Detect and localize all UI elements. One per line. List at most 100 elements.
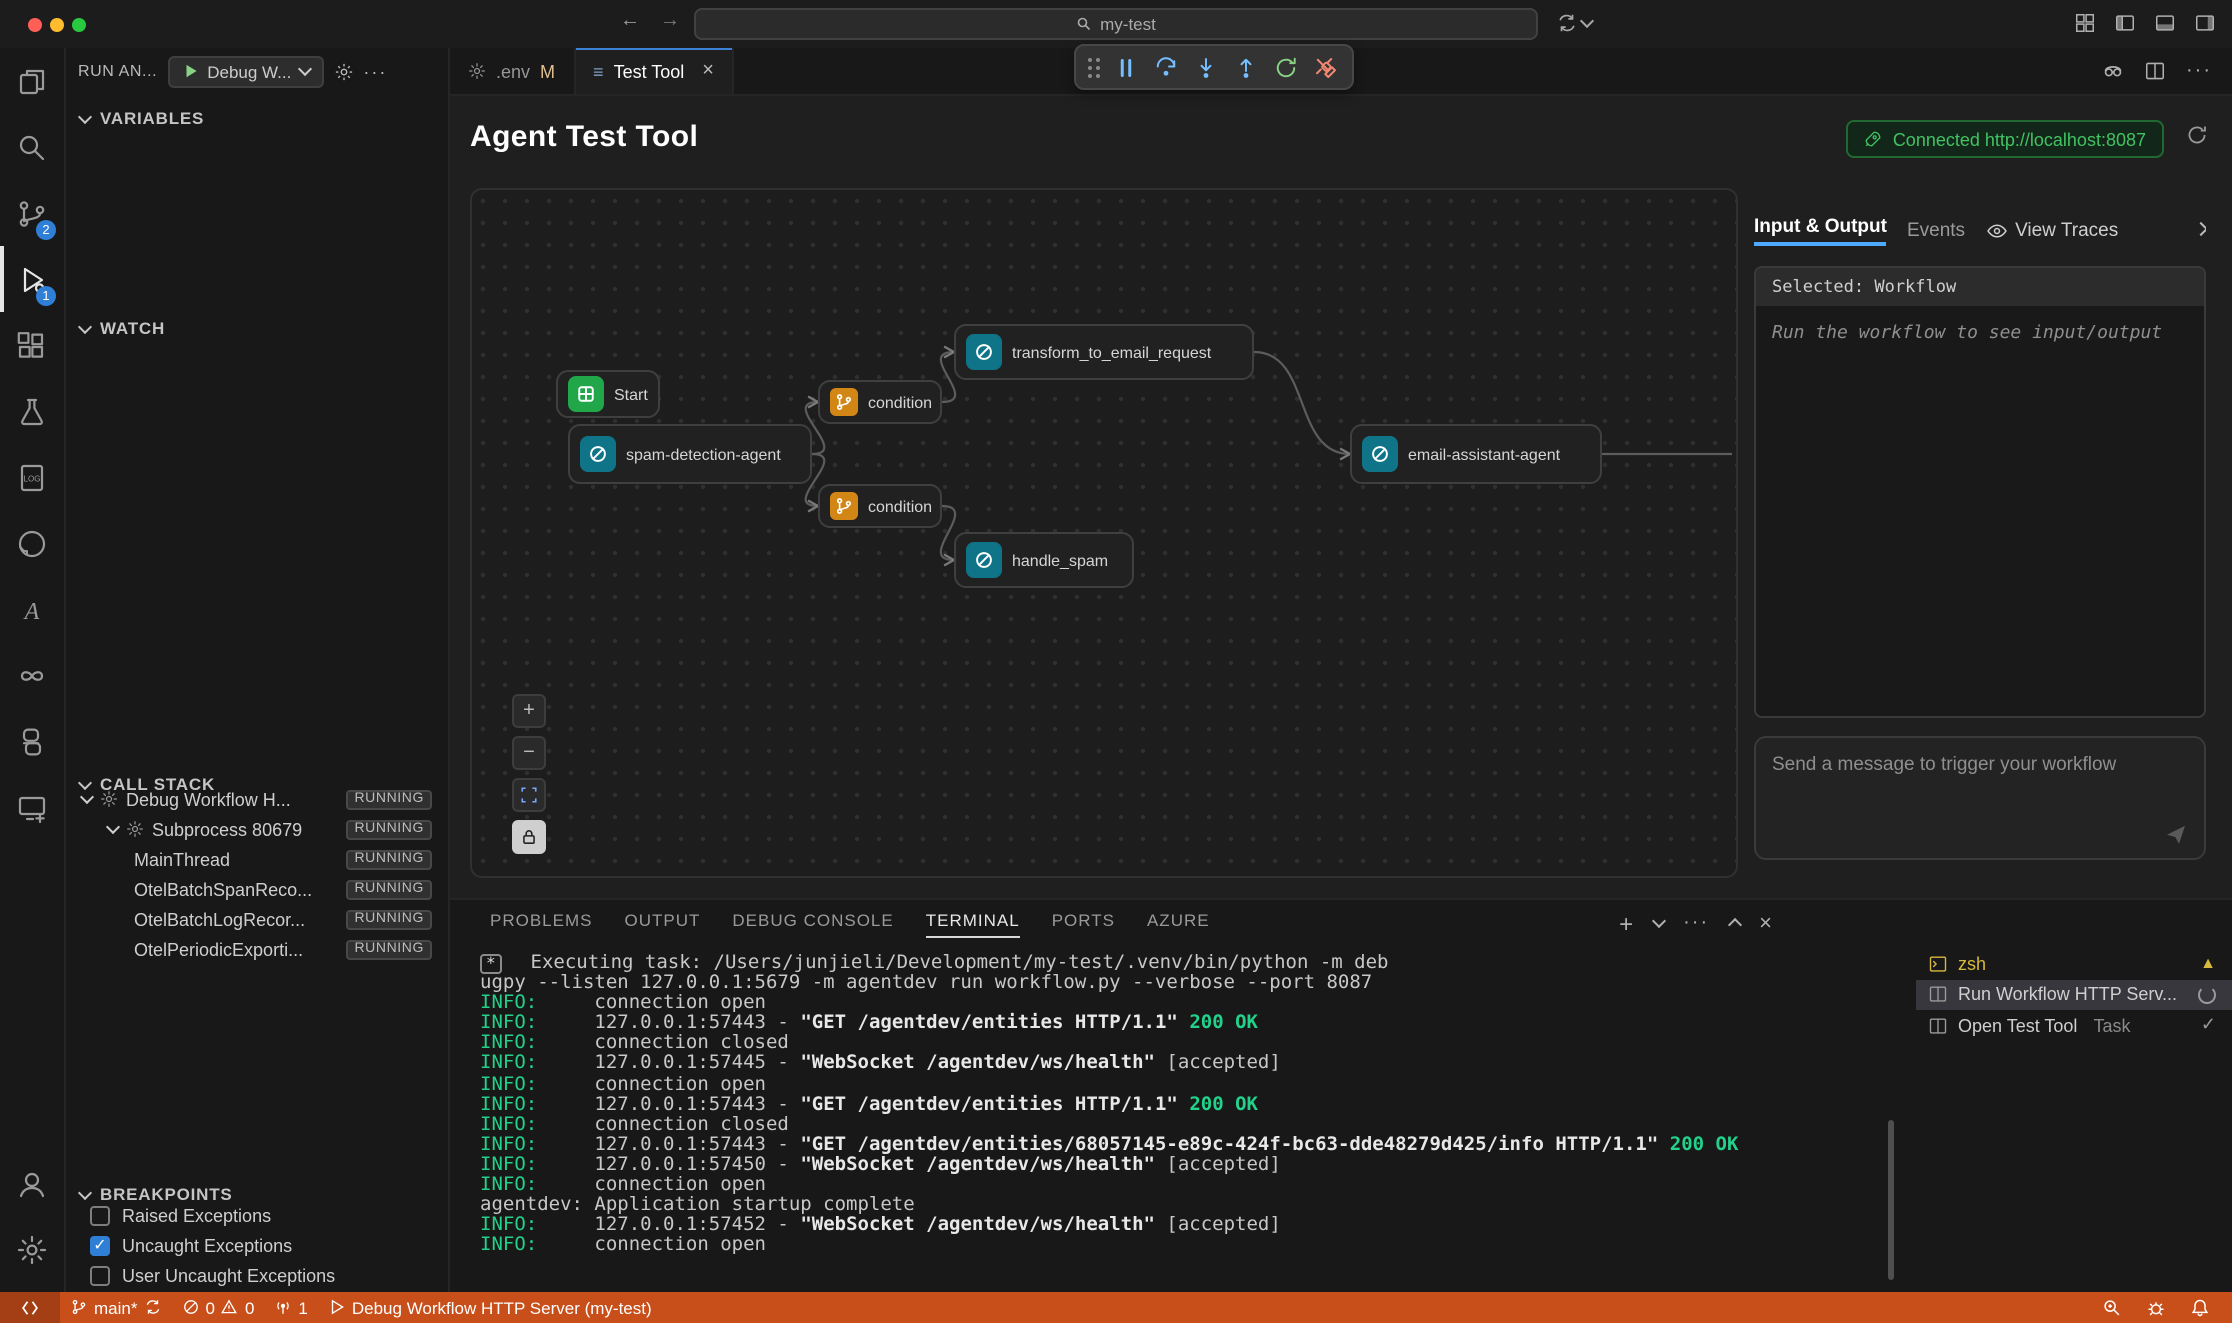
activity-item-extensions[interactable]: [0, 312, 64, 378]
panel-tab-terminal[interactable]: TERMINAL: [926, 909, 1020, 937]
call-stack-row[interactable]: OtelBatchLogRecor...RUNNING: [66, 904, 448, 934]
breakpoint-checkbox[interactable]: [90, 1265, 110, 1285]
zoom-in-button[interactable]: +: [512, 694, 546, 728]
sidebar-more-actions-icon[interactable]: ···: [363, 61, 387, 81]
tab-test-tool[interactable]: ≡Test Tool×: [575, 48, 734, 94]
workflow-node-cond1[interactable]: condition: [818, 380, 942, 424]
call-stack-row[interactable]: OtelBatchSpanReco...RUNNING: [66, 874, 448, 904]
workflow-node-spam[interactable]: spam-detection-agent: [568, 424, 812, 484]
screencast-zoom-icon[interactable]: [2092, 1297, 2132, 1317]
editor-more-actions-icon[interactable]: ···: [2186, 60, 2212, 82]
terminal-profile-chevron-icon[interactable]: [1651, 914, 1665, 928]
activity-item-search[interactable]: [0, 114, 64, 180]
panel-more-actions-icon[interactable]: ···: [1683, 912, 1709, 934]
inspector-tab-events[interactable]: Events: [1907, 219, 1965, 241]
fit-view-button[interactable]: [512, 778, 546, 812]
copilot-icon[interactable]: [2102, 60, 2124, 82]
toggle-primary-sidebar-icon[interactable]: [2114, 12, 2136, 34]
toolbar-drag-handle[interactable]: [1088, 57, 1100, 77]
activity-item-python[interactable]: [0, 708, 64, 774]
activity-item-log-viewer[interactable]: LOG: [0, 444, 64, 510]
connection-status-badge[interactable]: Connected http://localhost:8087: [1847, 120, 2164, 158]
feedback-bug-icon[interactable]: [2136, 1297, 2176, 1317]
panel-tab-ports[interactable]: PORTS: [1052, 910, 1115, 936]
maximize-panel-icon[interactable]: [1727, 918, 1741, 932]
call-stack-row[interactable]: MainThreadRUNNING: [66, 844, 448, 874]
activity-item-github[interactable]: [0, 510, 64, 576]
start-debug-icon[interactable]: [181, 62, 199, 80]
lock-button[interactable]: [512, 820, 546, 854]
panel-tab-azure[interactable]: AZURE: [1147, 910, 1210, 936]
panel-tab-problems[interactable]: PROBLEMS: [490, 910, 593, 936]
session-sync-icon[interactable]: [1556, 12, 1592, 34]
panel-expand-chevron-icon[interactable]: [2194, 221, 2206, 235]
zoom-out-button[interactable]: −: [512, 736, 546, 770]
workflow-node-transform[interactable]: transform_to_email_request: [954, 324, 1254, 380]
debug-server-status[interactable]: Debug Workflow HTTP Server (my-test): [318, 1291, 662, 1323]
view-traces-button[interactable]: View Traces: [1985, 219, 2118, 241]
variables-section-header[interactable]: VARIABLES: [66, 104, 448, 132]
disconnect-button[interactable]: [1312, 53, 1340, 81]
tab--env[interactable]: .envM: [450, 48, 575, 94]
breakpoint-row[interactable]: ✓Uncaught Exceptions: [66, 1230, 448, 1260]
activity-item-azure-ai[interactable]: A: [0, 576, 64, 642]
activity-item-explorer[interactable]: [0, 48, 64, 114]
terminal-task-row[interactable]: zsh▲: [1916, 948, 2232, 979]
debug-launch-dropdown[interactable]: Debug W...: [167, 55, 323, 87]
close-window-button[interactable]: [28, 17, 42, 31]
call-stack-row[interactable]: Debug Workflow H...RUNNING: [66, 784, 448, 814]
workflow-node-start[interactable]: Start: [556, 370, 660, 418]
activity-item-run-and-debug[interactable]: 1: [0, 246, 64, 312]
send-message-icon[interactable]: [2164, 822, 2188, 846]
terminal-output[interactable]: * Executing task: /Users/junjieli/Develo…: [480, 954, 1432, 1257]
activity-item-settings[interactable]: [0, 1217, 64, 1283]
refresh-connection-icon[interactable]: [2186, 124, 2208, 146]
branch-status[interactable]: main*: [60, 1291, 171, 1323]
split-editor-icon[interactable]: [2144, 60, 2166, 82]
breakpoint-row[interactable]: Raised Exceptions: [66, 1200, 448, 1230]
pause-button[interactable]: [1112, 53, 1140, 81]
toggle-secondary-sidebar-icon[interactable]: [2194, 12, 2216, 34]
toggle-panel-icon[interactable]: [2154, 12, 2176, 34]
workflow-node-handle[interactable]: handle_spam: [954, 532, 1134, 588]
notifications-bell-icon[interactable]: [2180, 1297, 2220, 1317]
terminal-task-row[interactable]: Run Workflow HTTP Serv...: [1916, 979, 2232, 1010]
new-terminal-icon[interactable]: +: [1619, 909, 1633, 937]
activity-item-source-control[interactable]: 2: [0, 180, 64, 246]
activity-item-accounts[interactable]: [0, 1151, 64, 1217]
watch-section-header[interactable]: WATCH: [66, 314, 448, 342]
breakpoint-row[interactable]: User Uncaught Exceptions: [66, 1260, 448, 1290]
call-stack-row[interactable]: OtelPeriodicExporti...RUNNING: [66, 934, 448, 964]
panel-tab-debug-console[interactable]: DEBUG CONSOLE: [732, 910, 893, 936]
problems-status[interactable]: 0 0: [171, 1291, 264, 1323]
close-panel-icon[interactable]: ×: [1759, 911, 1772, 935]
ports-status[interactable]: 1: [264, 1291, 317, 1323]
terminal-task-row[interactable]: Open Test ToolTask✓: [1916, 1010, 2232, 1041]
history-forward-button[interactable]: →: [660, 10, 680, 32]
workflow-canvas[interactable]: + − Start spam-detection-agentcondition tra…: [470, 188, 1738, 878]
activity-item-testing[interactable]: [0, 378, 64, 444]
remote-indicator[interactable]: [0, 1291, 60, 1323]
step-into-button[interactable]: [1192, 53, 1220, 81]
call-stack-row[interactable]: Subprocess 80679RUNNING: [66, 814, 448, 844]
terminal-scrollbar[interactable]: [1888, 1120, 1894, 1280]
workflow-node-email[interactable]: email-assistant-agent: [1350, 424, 1602, 484]
command-center-search[interactable]: my-test: [694, 8, 1538, 40]
workflow-node-cond2[interactable]: condition: [818, 484, 942, 528]
history-back-button[interactable]: ←: [620, 10, 640, 32]
layout-grid-icon[interactable]: [2074, 12, 2096, 34]
close-tab-icon[interactable]: ×: [702, 60, 714, 82]
step-over-button[interactable]: [1152, 53, 1180, 81]
message-input[interactable]: Send a message to trigger your workflow: [1754, 736, 2206, 860]
activity-item-prompt-flow[interactable]: [0, 642, 64, 708]
breakpoint-checkbox[interactable]: ✓: [90, 1235, 110, 1255]
step-out-button[interactable]: [1232, 53, 1260, 81]
maximize-window-button[interactable]: [72, 17, 86, 31]
panel-tab-output[interactable]: OUTPUT: [625, 910, 701, 936]
minimize-window-button[interactable]: [50, 17, 64, 31]
inspector-tab-input-output[interactable]: Input & Output: [1754, 215, 1887, 245]
breakpoint-checkbox[interactable]: [90, 1205, 110, 1225]
activity-item-remote-explorer[interactable]: [0, 774, 64, 840]
debug-settings-gear-icon[interactable]: [333, 61, 353, 81]
restart-button[interactable]: [1272, 53, 1300, 81]
